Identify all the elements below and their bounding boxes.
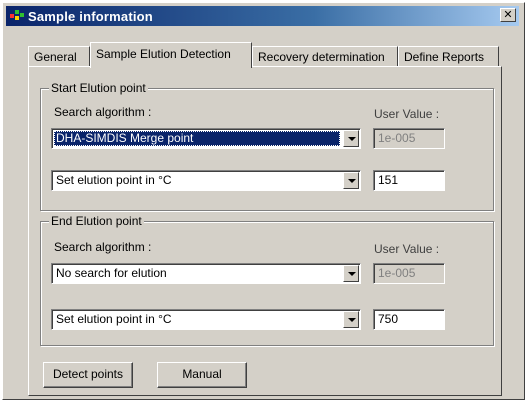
chevron-down-icon xyxy=(348,272,356,276)
chevron-down-icon xyxy=(348,179,356,183)
end-algorithm-dropdown-button[interactable] xyxy=(343,265,359,282)
start-temperature-input[interactable]: 151 xyxy=(373,170,445,191)
manual-button[interactable]: Manual xyxy=(157,362,247,388)
tab-label: Recovery determination xyxy=(258,50,385,64)
tab-label: General xyxy=(34,50,77,64)
end-algorithm-value: No search for elution xyxy=(56,266,167,280)
tab-sample-elution-detection[interactable]: Sample Elution Detection xyxy=(90,42,252,68)
end-user-value-field: 1e-005 xyxy=(373,263,445,284)
chevron-down-icon xyxy=(348,318,356,322)
chevron-down-icon xyxy=(348,137,356,141)
group-legend: Start Elution point xyxy=(49,81,148,95)
window-title: Sample information xyxy=(28,8,153,24)
end-setpoint-dropdown-button[interactable] xyxy=(343,311,359,328)
start-setpoint-select[interactable]: Set elution point in °C xyxy=(51,170,361,191)
start-setpoint-value: Set elution point in °C xyxy=(56,173,172,187)
start-user-value-field: 1e-005 xyxy=(373,128,445,149)
end-user-value-label: User Value : xyxy=(374,242,440,256)
end-setpoint-select[interactable]: Set elution point in °C xyxy=(51,309,361,330)
tab-general[interactable]: General xyxy=(28,46,90,66)
tab-panel: Start Elution point Search algorithm : U… xyxy=(28,66,502,396)
end-algorithm-select[interactable]: No search for elution xyxy=(51,263,361,284)
tab-recovery-determination[interactable]: Recovery determination xyxy=(252,46,398,66)
start-search-label: Search algorithm : xyxy=(54,105,152,119)
start-setpoint-dropdown-button[interactable] xyxy=(343,172,359,189)
start-algorithm-value: DHA-SIMDIS Merge point xyxy=(54,131,340,146)
close-icon: ✕ xyxy=(503,8,513,21)
title-bar: Sample information ✕ xyxy=(6,6,519,26)
end-search-label: Search algorithm : xyxy=(54,240,152,254)
tab-define-reports[interactable]: Define Reports xyxy=(398,46,499,66)
app-icon xyxy=(10,10,24,22)
start-user-value-label: User Value : xyxy=(374,107,440,121)
start-algorithm-dropdown-button[interactable] xyxy=(343,130,359,147)
tab-label: Sample Elution Detection xyxy=(96,47,231,61)
end-setpoint-value: Set elution point in °C xyxy=(56,312,172,326)
start-algorithm-select[interactable]: DHA-SIMDIS Merge point xyxy=(51,128,361,149)
end-temperature-input[interactable]: 750 xyxy=(373,309,445,330)
group-legend: End Elution point xyxy=(49,214,144,228)
tab-label: Define Reports xyxy=(404,50,485,64)
detect-points-button[interactable]: Detect points xyxy=(43,362,133,388)
close-button[interactable]: ✕ xyxy=(500,8,516,22)
